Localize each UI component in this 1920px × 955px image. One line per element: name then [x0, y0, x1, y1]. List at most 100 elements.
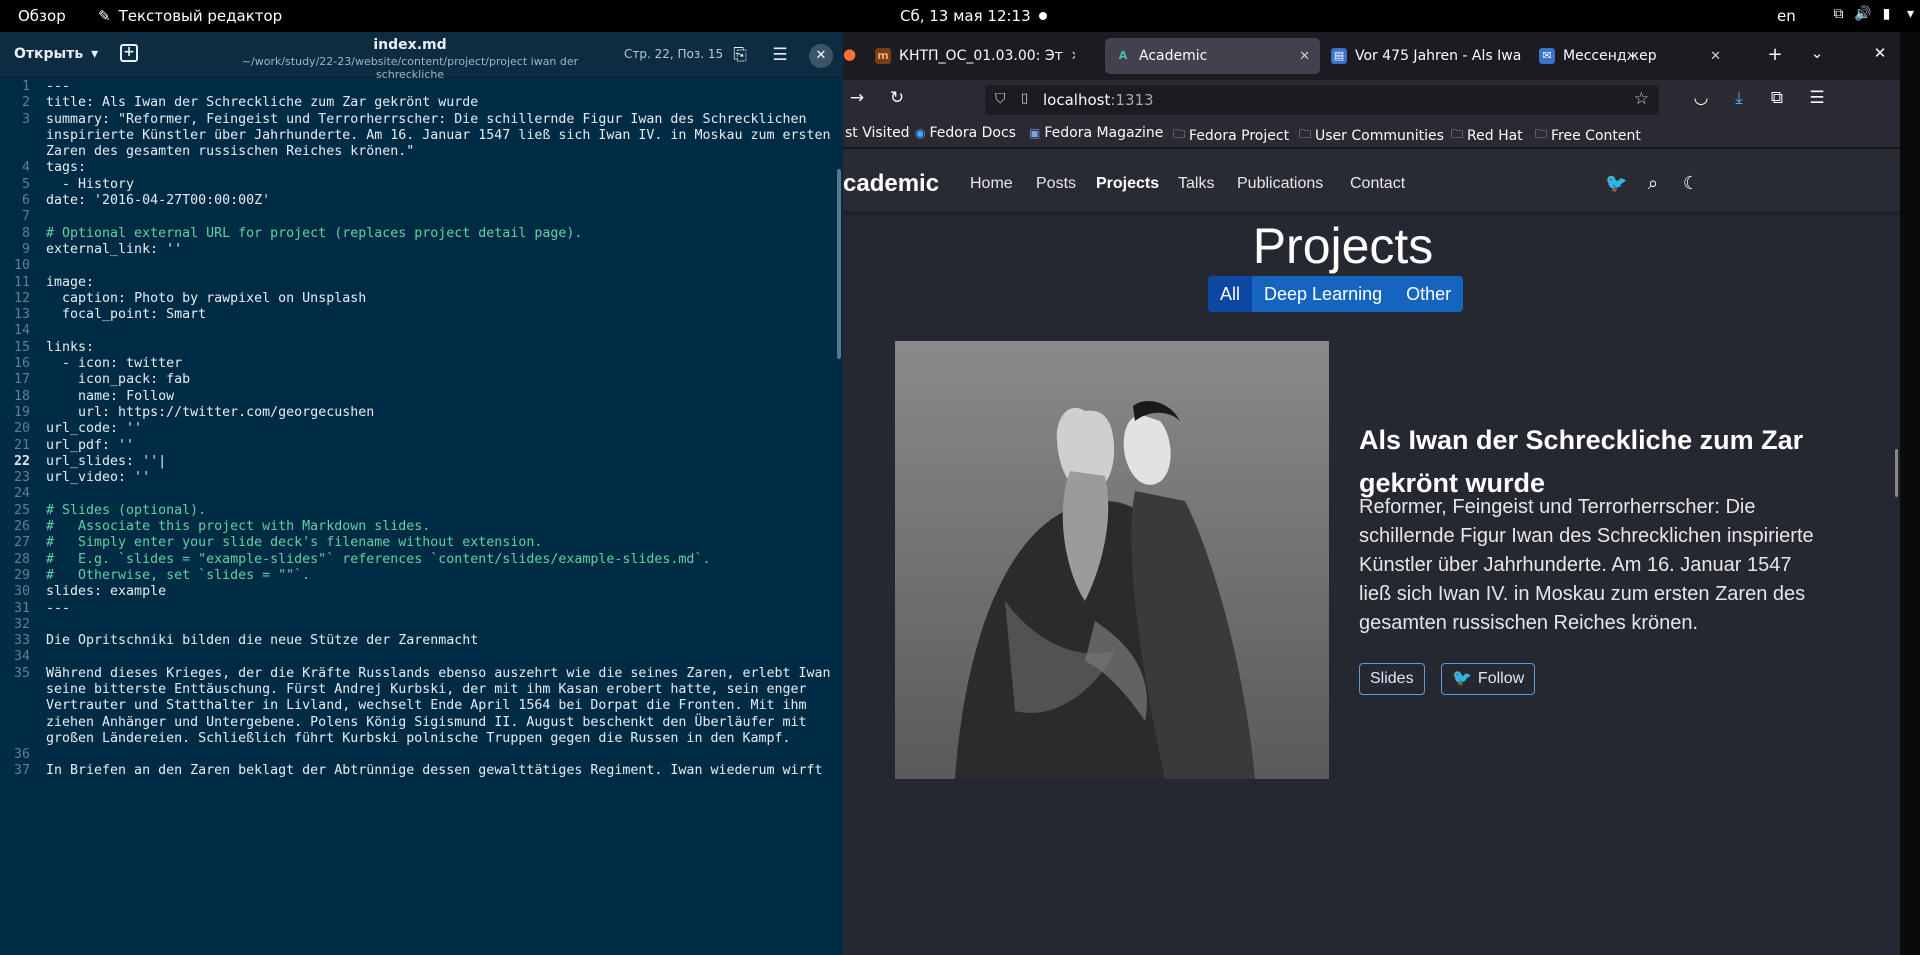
line-text[interactable]: external_link: '' [36, 242, 831, 258]
search-icon[interactable]: ⌕ [1643, 173, 1663, 194]
line-text[interactable]: --- [36, 79, 831, 95]
code-line[interactable]: 35 Während dieses Krieges, der die Kräfte… [0, 666, 843, 747]
code-line[interactable]: 31 --- [0, 601, 843, 617]
line-text[interactable]: --- [36, 601, 831, 617]
line-text[interactable]: slides: example [36, 584, 831, 600]
nav-contact[interactable]: Contact [1350, 175, 1405, 193]
slides-button[interactable]: Slides [1359, 663, 1425, 695]
code-line[interactable]: 24 [0, 486, 843, 502]
filter-other[interactable]: Other [1394, 276, 1463, 312]
line-text[interactable]: url_video: '' [36, 470, 831, 486]
line-text[interactable]: date: '2016-04-27T00:00:00Z' [36, 193, 831, 209]
nav-posts[interactable]: Posts [1036, 175, 1076, 193]
filter-all[interactable]: All [1208, 276, 1253, 312]
activities-button[interactable]: Обзор [18, 7, 66, 25]
site-brand[interactable]: cademic [843, 170, 939, 198]
twitter-icon[interactable]: 🐦 [1605, 173, 1627, 194]
code-line[interactable]: 37 In Briefen an den Zaren beklagt der Ab… [0, 763, 843, 779]
bookmark-red-hat[interactable]: 🗀 Red Hat [1451, 125, 1523, 146]
line-text[interactable]: # Associate this project with Markdown s… [36, 519, 831, 535]
tab-academic[interactable]: A Academic ✕ [1105, 38, 1320, 74]
line-text[interactable]: title: Als Iwan der Schreckliche zum Zar… [36, 95, 831, 111]
open-button[interactable]: Открыть ▾ [14, 46, 98, 62]
pocket-icon[interactable]: ◡ [1689, 88, 1713, 108]
nav-publications[interactable]: Publications [1237, 175, 1323, 193]
line-text[interactable]: summary: "Reformer, Feingeist und Terror… [36, 112, 831, 161]
code-line[interactable]: 3 summary: "Reformer, Feingeist und Terro… [0, 112, 843, 161]
code-line[interactable]: 7 [0, 209, 843, 225]
forward-icon[interactable]: → [845, 88, 869, 108]
follow-button[interactable]: 🐦 Follow [1441, 663, 1536, 695]
editor-scrollbar[interactable] [837, 169, 841, 359]
code-line[interactable]: 23 url_video: '' [0, 470, 843, 486]
line-text[interactable] [36, 258, 831, 274]
code-line[interactable]: 4 tags: [0, 160, 843, 176]
line-text[interactable]: url_slides: ''| [36, 454, 831, 470]
line-text[interactable]: - History [36, 177, 831, 193]
bookmark-user-communities[interactable]: 🗀 User Communities [1299, 125, 1444, 146]
code-line[interactable]: 32 [0, 617, 843, 633]
code-line[interactable]: 5 - History [0, 177, 843, 193]
app-menu[interactable]: ✎ Текстовый редактор [98, 7, 282, 25]
line-text[interactable] [36, 617, 831, 633]
code-line[interactable]: 6 date: '2016-04-27T00:00:00Z' [0, 193, 843, 209]
tab-kntp[interactable]: m КНТП_ОС_01.03.00: Эт ✕ [865, 38, 1075, 74]
close-icon[interactable]: ✕ [1868, 44, 1892, 62]
code-line[interactable]: 27 # Simply enter your slide deck's filen… [0, 535, 843, 551]
close-icon[interactable]: ✕ [1299, 49, 1310, 64]
line-text[interactable]: image: [36, 275, 831, 291]
line-text[interactable]: url_code: '' [36, 421, 831, 437]
line-text[interactable]: links: [36, 340, 831, 356]
code-line[interactable]: 19 url: https://twitter.com/georgecushen [0, 405, 843, 421]
close-icon[interactable]: ✕ [1071, 49, 1075, 64]
nav-talks[interactable]: Talks [1178, 175, 1214, 193]
nav-home[interactable]: Home [970, 175, 1013, 193]
line-text[interactable]: url: https://twitter.com/georgecushen [36, 405, 831, 421]
code-line[interactable]: 8 # Optional external URL for project (re… [0, 226, 843, 242]
close-icon[interactable]: ✕ [809, 44, 833, 68]
code-line[interactable]: 28 # E.g. `slides = "example-slides"` ref… [0, 552, 843, 568]
editor-text-area[interactable]: 1 --- 2 title: Als Iwan der Schreckliche zu… [0, 79, 843, 955]
code-line[interactable]: 9 external_link: '' [0, 242, 843, 258]
bookmark-fedora-docs[interactable]: ◉ Fedora Docs [915, 125, 1016, 141]
line-text[interactable]: In Briefen an den Zaren beklagt der Abtr… [36, 763, 831, 779]
code-line[interactable]: 13 focal_point: Smart [0, 307, 843, 323]
tab-vor-475-jahren[interactable]: ▤ Vor 475 Jahren - Als Iwa ✕ [1321, 38, 1523, 74]
code-line[interactable]: 2 title: Als Iwan der Schreckliche zum Za… [0, 95, 843, 111]
code-line[interactable]: 36 [0, 747, 843, 763]
code-line[interactable]: 26 # Associate this project with Markdown… [0, 519, 843, 535]
page-scrollbar[interactable] [1895, 449, 1898, 497]
code-line[interactable]: 18 name: Follow [0, 389, 843, 405]
line-text[interactable] [36, 209, 831, 225]
code-line[interactable]: 29 # Otherwise, set `slides = ""`. [0, 568, 843, 584]
new-tab-button[interactable]: + [120, 44, 138, 62]
code-line[interactable]: 30 slides: example [0, 584, 843, 600]
line-text[interactable]: # Optional external URL for project (rep… [36, 226, 831, 242]
line-text[interactable] [36, 486, 831, 502]
line-text[interactable]: url_pdf: '' [36, 438, 831, 454]
project-image[interactable] [895, 341, 1329, 779]
line-text[interactable]: - icon: twitter [36, 356, 831, 372]
line-text[interactable]: # E.g. `slides = "example-slides"` refer… [36, 552, 831, 568]
hamburger-menu-icon[interactable]: ☰ [1805, 88, 1829, 108]
list-all-tabs-icon[interactable]: ⌄ [1805, 44, 1829, 62]
line-text[interactable]: # Otherwise, set `slides = ""`. [36, 568, 831, 584]
code-lines[interactable]: 1 --- 2 title: Als Iwan der Schreckliche zu… [0, 79, 843, 780]
page-info-icon[interactable]: ▯ [1021, 91, 1028, 106]
code-line[interactable]: 12 caption: Photo by rawpixel on Unsplas… [0, 291, 843, 307]
nav-projects[interactable]: Projects [1096, 175, 1159, 193]
line-text[interactable]: # Simply enter your slide deck's filenam… [36, 535, 831, 551]
line-text[interactable]: focal_point: Smart [36, 307, 831, 323]
code-line[interactable]: 16 - icon: twitter [0, 356, 843, 372]
document-properties-icon[interactable]: ⎘ [729, 44, 751, 66]
line-text[interactable]: tags: [36, 160, 831, 176]
bookmark-fedora-project[interactable]: 🗀 Fedora Project [1173, 125, 1289, 146]
line-text[interactable]: Die Opritschniki bilden die neue Stütze … [36, 633, 831, 649]
line-text[interactable]: name: Follow [36, 389, 831, 405]
code-line[interactable]: 1 --- [0, 79, 843, 95]
bookmark-free-content[interactable]: 🗀 Free Content [1535, 125, 1641, 146]
reload-icon[interactable]: ↻ [885, 88, 909, 108]
code-line[interactable]: 17 icon_pack: fab [0, 372, 843, 388]
close-icon[interactable]: ✕ [1710, 49, 1721, 64]
line-text[interactable]: icon_pack: fab [36, 372, 831, 388]
